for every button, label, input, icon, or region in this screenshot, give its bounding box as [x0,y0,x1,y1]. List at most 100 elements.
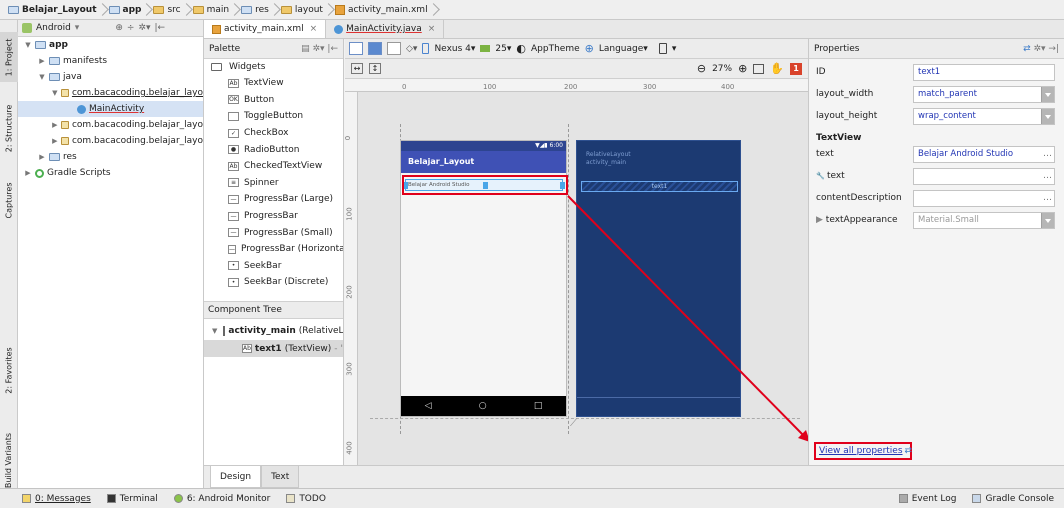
view-all-properties-link[interactable]: View all properties ⇄ [814,442,912,460]
property-value-field[interactable]: Belajar Android Studio [913,145,1055,163]
theme-selector[interactable]: AppTheme [531,44,580,54]
collapsed-arrow-icon[interactable]: ▶ [24,169,32,177]
palette-item[interactable]: Ab TextView [204,75,343,92]
palette-item[interactable]: • SeekBar (Discrete) [204,274,343,291]
tree-item[interactable]: ▶ manifests [18,53,203,69]
palette-item[interactable]: — ProgressBar (Horizontal) [204,241,343,258]
terminal-tool-button[interactable]: Terminal [106,494,158,504]
close-tab-icon[interactable]: × [428,24,436,34]
tree-item[interactable]: ▼ app [18,37,203,53]
collapsed-arrow-icon[interactable]: ▶ [52,137,58,145]
breadcrumb-project[interactable]: Belajar_Layout [6,1,103,19]
breadcrumb-res[interactable]: res [239,1,275,19]
property-row: ▶ textAppearance Material.Small [809,209,1064,231]
ruler-label: 400 [345,441,354,455]
expand-arrow-icon[interactable]: ▶ [816,215,826,225]
tree-item[interactable]: ▶ Gradle Scripts [18,165,203,181]
messages-tool-button[interactable]: 0: Messages [22,494,91,504]
error-badge-icon[interactable]: 1 [790,62,802,75]
expanded-arrow-icon[interactable]: ▼ [24,41,32,49]
gradle-console-button[interactable]: Gradle Console [972,494,1054,504]
tool-tab-captures[interactable]: Captures [0,175,18,225]
palette-item[interactable]: Ab CheckedTextView [204,158,343,175]
tool-tab-structure[interactable]: 2: Structure [0,98,18,158]
hide-icon[interactable]: |← [154,23,165,33]
property-value-field[interactable]: text1 [913,63,1055,81]
toggle-properties-icon[interactable]: ⇄ ✲▾ →| [1023,44,1059,54]
breadcrumb-file[interactable]: activity_main.xml [333,1,434,19]
dropdown-arrow-icon[interactable] [1041,86,1054,102]
event-log-button[interactable]: Event Log [898,494,956,504]
dropdown-arrow-icon[interactable] [1041,108,1054,124]
expanded-arrow-icon[interactable]: ▼ [52,89,58,97]
api-selector[interactable]: 25▾ [495,44,511,54]
tab-text[interactable]: Text [261,466,300,488]
palette-item[interactable]: ✓ CheckBox [204,125,343,142]
zoom-fit-icon[interactable] [753,63,765,74]
close-tab-icon[interactable]: × [310,24,318,34]
palette-options-icon[interactable]: ▤ ✲▾ |← [301,44,338,54]
palette-item[interactable]: OK Button [204,92,343,109]
blueprint-view-icon[interactable] [368,42,382,55]
palette-item[interactable]: ≡ Spinner [204,175,343,192]
tab-design[interactable]: Design [210,466,262,488]
breadcrumb-app[interactable]: app [107,1,148,19]
dropdown-arrow-icon[interactable] [1041,212,1054,228]
tree-item[interactable]: ▶ com.bacacoding.belajar_layo [18,117,203,133]
more-options-icon[interactable]: … [1043,149,1052,159]
breadcrumb-src[interactable]: src [151,1,186,19]
sync-icon[interactable]: ⊕ [115,23,123,33]
more-options-icon[interactable]: … [1043,193,1052,203]
palette-item[interactable]: • SeekBar [204,258,343,275]
palette-item[interactable]: — ProgressBar [204,208,343,225]
tool-tab-build-variants[interactable]: Build Variants [0,430,18,490]
tree-item[interactable]: MainActivity [18,101,203,117]
palette-item[interactable]: — ProgressBar (Large) [204,191,343,208]
collapse-icon[interactable]: ÷ [127,23,135,33]
expand-arrow-icon[interactable]: ▼ [212,327,217,335]
tree-item[interactable]: ▼ com.bacacoding.belajar_layo [18,85,203,101]
todo-tool-button[interactable]: TODO [286,494,326,504]
breadcrumb-layout[interactable]: layout [279,1,329,19]
component-tree-root[interactable]: ▼ activity_main (RelativeL [204,322,343,339]
property-value-field[interactable] [913,189,1055,207]
chevron-down-icon[interactable]: ▾ [672,44,677,54]
property-value-field[interactable]: match_parent [913,85,1055,103]
design-view-icon[interactable] [349,42,363,55]
gear-icon[interactable]: ✲▾ [138,23,150,33]
collapsed-arrow-icon[interactable]: ▶ [38,57,46,65]
breadcrumb-main[interactable]: main [191,1,236,19]
collapsed-arrow-icon[interactable]: ▶ [52,121,58,129]
palette-group-widgets[interactable]: Widgets [204,59,343,75]
property-value-field[interactable]: wrap_content [913,107,1055,125]
palette-item[interactable]: ● RadioButton [204,141,343,158]
language-selector[interactable]: Language▾ [599,44,648,54]
zoom-out-icon[interactable]: ⊖ [697,62,706,75]
more-options-icon[interactable]: … [1043,171,1052,181]
expanded-arrow-icon[interactable]: ▼ [38,73,46,81]
tree-item[interactable]: ▶ com.bacacoding.belajar_layo [18,133,203,149]
collapsed-arrow-icon[interactable]: ▶ [38,153,46,161]
fit-width-icon[interactable]: ↔ [351,63,363,74]
tool-tab-favorites[interactable]: 2: Favorites [0,340,18,400]
tree-item[interactable]: ▼ java [18,69,203,85]
tab-mainactivity-java[interactable]: MainActivity.java × [326,20,445,38]
layer-icon[interactable]: ◇▾ [406,44,417,54]
orientation-icon[interactable] [387,42,401,55]
palette-item[interactable]: — ProgressBar (Small) [204,224,343,241]
project-view-selector[interactable]: Android [36,23,71,33]
device-selector[interactable]: Nexus 4▾ [434,44,475,54]
zoom-in-icon[interactable]: ⊕ [738,62,747,75]
property-value-field[interactable] [913,167,1055,185]
property-value-field[interactable]: Material.Small [913,211,1055,229]
palette-item[interactable]: ToggleButton [204,108,343,125]
component-tree-text1[interactable]: Ab text1 (TextView) - "E [204,340,343,357]
fit-height-icon[interactable]: ↕ [369,63,381,74]
tool-tab-project[interactable]: 1: Project [0,32,18,82]
chevron-down-icon[interactable]: ▾ [75,23,80,33]
phone-preview-icon[interactable] [658,43,667,54]
tree-item[interactable]: ▶ res [18,149,203,165]
tab-activity-main-xml[interactable]: activity_main.xml × [204,20,327,38]
android-monitor-tool-button[interactable]: 6: Android Monitor [173,494,270,504]
pan-hand-icon[interactable]: ✋ [770,62,784,75]
